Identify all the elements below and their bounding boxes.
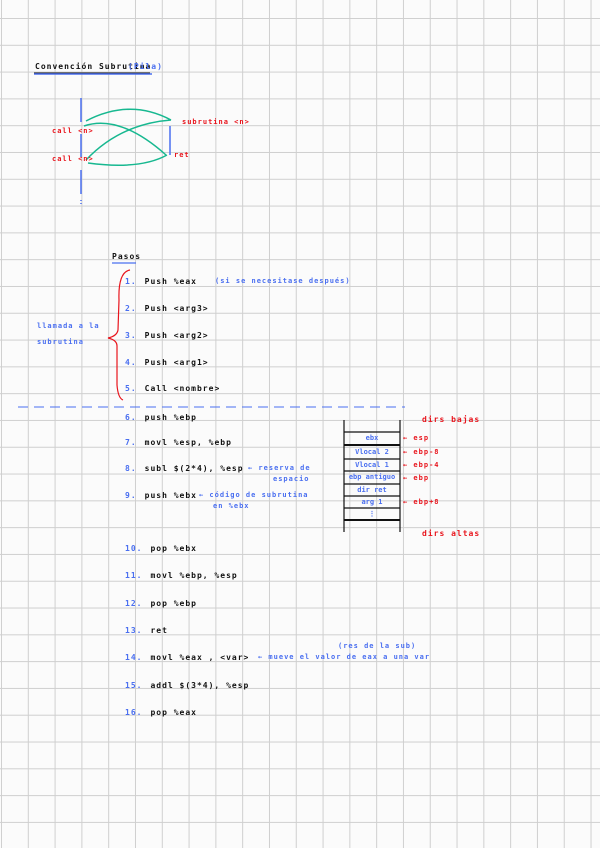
- step-item: 13. ret: [125, 626, 168, 635]
- step-number: 7.: [125, 438, 137, 447]
- step-code: movl %esp, %ebp: [144, 438, 232, 447]
- step-code: Push <arg2>: [144, 331, 209, 340]
- step-item: 6. push %ebp: [125, 413, 197, 422]
- step-item: 4. Push <arg1>: [125, 358, 209, 367]
- step-number: 12.: [125, 599, 143, 608]
- step-code: ret: [150, 626, 168, 635]
- step-number: 15.: [125, 681, 143, 690]
- step-number: 14.: [125, 653, 143, 662]
- page-title-paren: (Pila): [128, 62, 163, 71]
- step-number: 11.: [125, 571, 143, 580]
- stack-cell: Vlocal 2: [355, 448, 389, 456]
- stack-cell: ⋮: [368, 510, 376, 518]
- step-item: 2. Push <arg3>: [125, 304, 209, 313]
- step-number: 9.: [125, 491, 137, 500]
- diagram-call-1: call <n>: [52, 127, 94, 135]
- step-number: 1.: [125, 277, 137, 286]
- stack-cell: dir ret: [357, 486, 387, 494]
- step-code: movl %ebp, %esp: [150, 571, 238, 580]
- step-note-extra: (res de la sub): [338, 642, 417, 650]
- step-code: push %ebx: [144, 491, 197, 500]
- step-code: push %ebp: [144, 413, 197, 422]
- step-code: pop %ebx: [150, 544, 197, 553]
- step-number: 6.: [125, 413, 137, 422]
- step-code: movl %eax , <var>: [150, 653, 250, 662]
- stack-cell: ebp antiguo: [348, 473, 396, 481]
- step-note: ← reserva de: [248, 464, 311, 472]
- step-code: Push <arg3>: [144, 304, 209, 313]
- step-number: 16.: [125, 708, 143, 717]
- stack-cell: ebx: [365, 434, 379, 442]
- step-item: 7. movl %esp, %ebp: [125, 438, 232, 447]
- stack-pointer-label: ← ebp: [403, 474, 430, 482]
- pasos-heading: Pasos: [112, 252, 142, 261]
- step-code: subl $(2*4), %esp: [144, 464, 244, 473]
- step-note: ← código de subrutina: [199, 491, 309, 499]
- step-item: 3. Push <arg2>: [125, 331, 209, 340]
- step-item: 9. push %ebx: [125, 491, 197, 500]
- step-item: 8. subl $(2*4), %esp: [125, 464, 244, 473]
- diagram-ret: ret: [174, 151, 190, 159]
- stack-pointer-label: ← esp: [403, 434, 430, 442]
- stack-bottom-label: dirs altas: [422, 529, 481, 538]
- step-item: 5. Call <nombre>: [125, 384, 220, 393]
- stack-top-label: dirs bajas: [422, 415, 481, 424]
- step-number: 10.: [125, 544, 143, 553]
- side-note-line-2: subrutina: [37, 338, 84, 346]
- call-flow-diagram: [80, 98, 172, 206]
- step-number: 5.: [125, 384, 137, 393]
- step-number: 13.: [125, 626, 143, 635]
- stack-cell: Vlocal 1: [355, 461, 389, 469]
- step-item: 14. movl %eax , <var>: [125, 653, 249, 662]
- title-underline: [34, 72, 152, 75]
- step-item: 11. movl %ebp, %esp: [125, 571, 238, 580]
- side-note-line-1: llamada a la: [37, 322, 100, 330]
- step-item: 10. pop %ebx: [125, 544, 197, 553]
- step-code: pop %ebp: [150, 599, 197, 608]
- step-note: (si se necesitase después): [215, 277, 351, 285]
- step-note: ← mueve el valor de eax a una var: [258, 653, 431, 661]
- stack-cell: arg 1: [361, 498, 383, 506]
- diagram-subrutina: subrutina <n>: [182, 118, 250, 126]
- stack-pointer-label: ← ebp-4: [403, 461, 440, 469]
- stack-pointer-label: ← ebp+8: [403, 498, 440, 506]
- step-code: pop %eax: [150, 708, 197, 717]
- step-number: 4.: [125, 358, 137, 367]
- step-item: 1. Push %eax: [125, 277, 197, 286]
- step-code: Push %eax: [144, 277, 197, 286]
- step-number: 3.: [125, 331, 137, 340]
- step-item: 12. pop %ebp: [125, 599, 197, 608]
- diagram-call-2: call <n>: [52, 155, 94, 163]
- step-item: 16. pop %eax: [125, 708, 197, 717]
- step-note: en %ebx: [213, 502, 250, 510]
- stack-pointer-label: ← ebp-8: [403, 448, 440, 456]
- step-item: 15. addl $(3*4), %esp: [125, 681, 249, 690]
- step-code: Call <nombre>: [144, 384, 221, 393]
- step-note: espacio: [273, 475, 310, 483]
- step-number: 2.: [125, 304, 137, 313]
- step-code: addl $(3*4), %esp: [150, 681, 250, 690]
- step-code: Push <arg1>: [144, 358, 209, 367]
- step-number: 8.: [125, 464, 137, 473]
